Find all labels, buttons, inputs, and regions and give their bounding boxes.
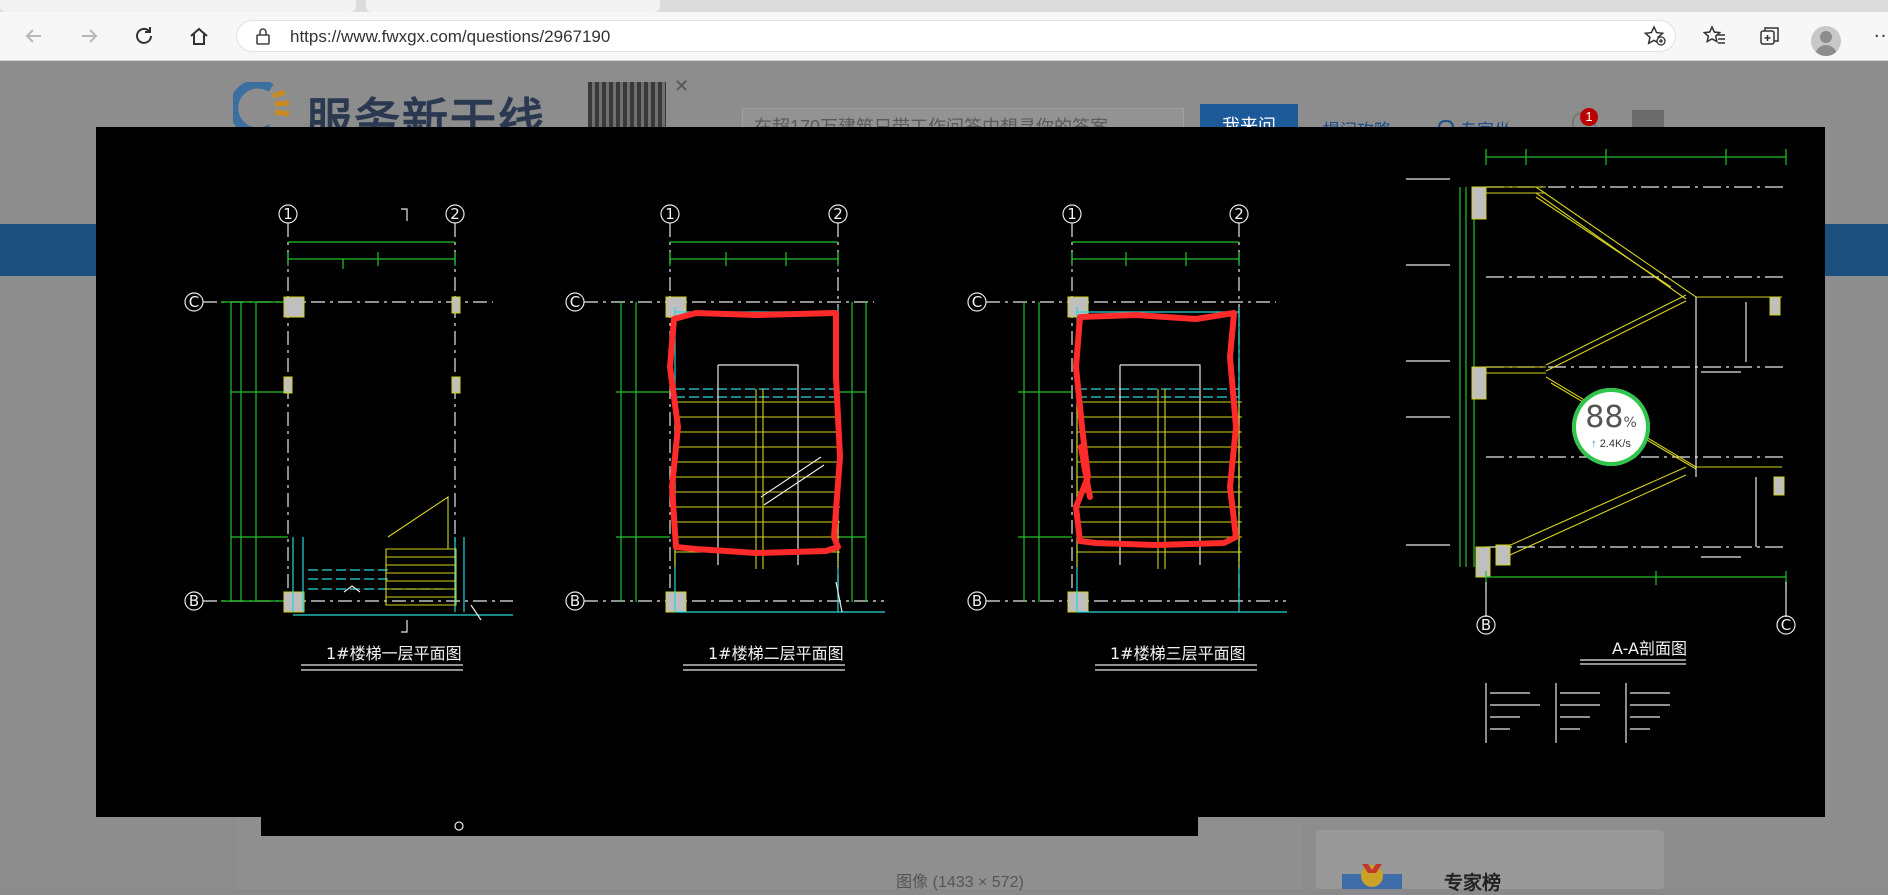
browser-toolbar: https://www.fwxgx.com/questions/2967190 … — [0, 12, 1888, 61]
axis-label-section-c: C — [1781, 616, 1791, 634]
add-favorite-icon[interactable] — [1643, 25, 1667, 47]
address-bar[interactable]: https://www.fwxgx.com/questions/2967190 — [236, 20, 1676, 52]
qr-close-icon[interactable]: ✕ — [674, 76, 689, 97]
axis-label-1: 1 — [283, 205, 293, 223]
speed-percent-value: 88 — [1585, 400, 1624, 435]
axis-label-bc: B — [972, 592, 982, 610]
refresh-icon — [136, 27, 152, 44]
section-title: A-A剖面图 — [1612, 639, 1687, 658]
axis-label-2b: 2 — [833, 205, 843, 223]
notification-badge: 1 — [1580, 108, 1598, 126]
speed-percent-sign: % — [1623, 415, 1637, 431]
plan-1-title: 1#楼梯一层平面图 — [326, 644, 462, 663]
axis-label-section-b: B — [1481, 616, 1491, 634]
axis-label-2c: 2 — [1234, 205, 1244, 223]
back-button[interactable] — [16, 18, 52, 54]
forward-icon — [82, 29, 98, 43]
browser-tab[interactable] — [0, 0, 356, 12]
upload-arrow-icon: ↑ — [1591, 438, 1597, 450]
red-markup-plan-3 — [1073, 310, 1239, 548]
forward-button[interactable] — [71, 18, 107, 54]
speed-percent: 88% — [1572, 400, 1650, 435]
home-icon — [190, 27, 208, 45]
cad-drawing: 1 2 C B 1#楼梯一层平面图 1 2 C B 1#楼梯二层平面图 1 2 … — [184, 149, 1796, 743]
url-text[interactable]: https://www.fwxgx.com/questions/2967190 — [290, 27, 610, 47]
speed-rate: ↑ 2.4K/s — [1572, 438, 1650, 450]
axis-label-b: B — [189, 592, 199, 610]
lock-icon — [256, 28, 270, 45]
underlay-drawing — [410, 784, 470, 831]
axis-label-1c: 1 — [1067, 205, 1077, 223]
plan-2: 1 2 C B 1#楼梯二层平面图 — [565, 204, 885, 671]
axis-label-2: 2 — [450, 205, 460, 223]
image-caption: 图像 (1433 × 572) — [896, 874, 1024, 891]
tab-strip — [0, 0, 1888, 12]
viewer-underlay — [261, 784, 1198, 836]
axis-label-cb: C — [570, 293, 580, 311]
axis-label-bb: B — [570, 592, 580, 610]
collections-button[interactable] — [1752, 18, 1788, 54]
more-icon: ··· — [1873, 25, 1888, 47]
back-icon — [25, 29, 41, 43]
image-viewer[interactable]: 1 2 C B 1#楼梯一层平面图 1 2 C B 1#楼梯二层平面图 1 2 … — [96, 127, 1825, 817]
collections-icon — [1760, 27, 1779, 45]
speed-rate-value: 2.4K/s — [1599, 438, 1631, 450]
plan-3: 1 2 C B 1#楼梯三层平面图 — [967, 204, 1287, 671]
axis-label-1b: 1 — [665, 205, 675, 223]
favorites-button[interactable] — [1697, 18, 1733, 54]
more-button[interactable]: ··· — [1866, 18, 1888, 54]
refresh-button[interactable] — [126, 18, 162, 54]
browser-tab-active[interactable] — [366, 0, 660, 12]
plan-3-title: 1#楼梯三层平面图 — [1110, 644, 1246, 663]
axis-label-cc: C — [972, 293, 982, 311]
axis-label-c: C — [189, 293, 199, 311]
speed-widget[interactable]: 88% ↑ 2.4K/s — [1572, 388, 1650, 466]
plan-2-title: 1#楼梯二层平面图 — [708, 644, 844, 663]
home-button[interactable] — [181, 18, 217, 54]
profile-icon[interactable] — [1811, 26, 1841, 56]
favorites-icon — [1703, 25, 1725, 44]
red-markup-plan-2 — [667, 310, 843, 556]
plan-1: 1 2 C B 1#楼梯一层平面图 — [184, 204, 513, 671]
